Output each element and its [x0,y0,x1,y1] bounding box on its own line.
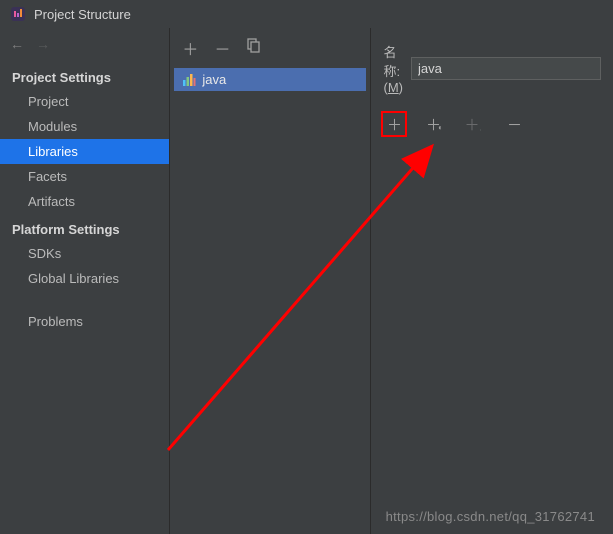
watermark: https://blog.csdn.net/qq_31762741 [386,509,595,524]
section-platform-settings: Platform Settings [0,214,169,241]
add-library-icon[interactable]: ＋ [182,36,198,60]
sidebar-item-sdks[interactable]: SDKs [0,241,169,266]
sidebar-item-problems[interactable]: Problems [0,309,169,334]
forward-icon[interactable]: → [36,36,50,52]
libraries-panel: ＋ － java [169,28,371,534]
add-maven-icon[interactable]: ＋◐ [421,111,447,137]
add-disabled-icon: ＋﹒ [461,111,487,137]
library-item-java[interactable]: java [174,68,366,91]
name-label: 名称:(M) [383,42,403,95]
library-detail-toolbar: ＋ ＋◐ ＋﹒ － [371,107,613,141]
library-item-label: java [202,72,226,87]
sidebar-item-project[interactable]: Project [0,89,169,114]
library-icon [182,73,196,87]
copy-library-icon[interactable] [246,38,261,58]
app-icon [10,6,26,22]
libraries-toolbar: ＋ － [170,28,370,68]
titlebar: Project Structure [0,0,613,28]
window-title: Project Structure [34,7,131,22]
name-input[interactable] [411,57,601,80]
add-root-icon[interactable]: ＋ [381,111,407,137]
section-project-settings: Project Settings [0,62,169,89]
remove-root-icon[interactable]: － [501,111,527,137]
sidebar-item-facets[interactable]: Facets [0,164,169,189]
nav-arrows: ← → [0,30,169,62]
name-row: 名称:(M) [371,42,613,107]
content-area: ← → Project Settings Project Modules Lib… [0,28,613,534]
sidebar-item-artifacts[interactable]: Artifacts [0,189,169,214]
sidebar-item-global-libraries[interactable]: Global Libraries [0,266,169,291]
left-sidebar: ← → Project Settings Project Modules Lib… [0,28,169,534]
sidebar-item-libraries[interactable]: Libraries [0,139,169,164]
back-icon[interactable]: ← [10,36,24,52]
sidebar-item-modules[interactable]: Modules [0,114,169,139]
library-detail-panel: 名称:(M) ＋ ＋◐ ＋﹒ － [371,28,613,534]
remove-library-icon[interactable]: － [214,36,230,60]
